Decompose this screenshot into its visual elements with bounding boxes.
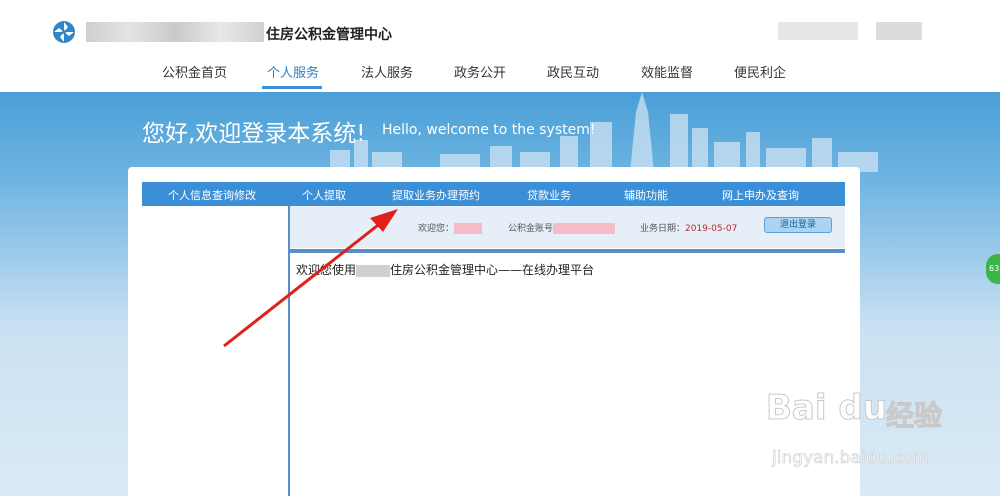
platform-welcome-suffix: 住房公积金管理中心——在线办理平台	[390, 263, 595, 277]
site-title: 住房公积金管理中心	[266, 27, 392, 43]
business-date-label: 业务日期：	[640, 224, 686, 234]
active-nav-indicator	[262, 86, 322, 89]
nav-home[interactable]: 公积金首页	[162, 62, 227, 81]
masked-username	[454, 223, 483, 234]
pinwheel-logo-icon	[53, 21, 75, 43]
platform-welcome-text: 欢迎您使用 住房公积金管理中心——在线办理平台	[296, 261, 594, 278]
menu-online-application[interactable]: 网上申办及查询	[722, 187, 799, 203]
user-info-bar: 欢迎您： 公积金账号 业务日期：2019-05-07 退出登录	[290, 206, 845, 248]
nav-government-affairs[interactable]: 政务公开	[454, 62, 506, 81]
side-float-badge[interactable]: 63	[986, 254, 1000, 284]
nav-interaction[interactable]: 政民互动	[547, 62, 599, 81]
blurred-header-link[interactable]	[876, 22, 922, 40]
watermark-brand: Bai du	[766, 388, 888, 429]
watermark-cn: 经验	[885, 399, 943, 433]
menu-auxiliary[interactable]: 辅助功能	[624, 187, 668, 203]
welcome-user: 欢迎您：	[418, 221, 483, 234]
hero-banner: 您好,欢迎登录本系统! Hello, welcome to the system…	[0, 92, 1000, 496]
platform-welcome-prefix: 欢迎您使用	[296, 263, 357, 277]
logout-button[interactable]: 退出登录	[764, 217, 832, 233]
baidu-jingyan-watermark: Bai du 经验 jingyan.baidu.com	[766, 384, 998, 484]
nav-personal-service[interactable]: 个人服务	[267, 62, 319, 81]
menu-personal-withdrawal[interactable]: 个人提取	[302, 187, 346, 203]
blurred-header-link[interactable]	[778, 22, 858, 40]
watermark-url: jingyan.baidu.com	[772, 448, 929, 469]
nav-corporate-service[interactable]: 法人服务	[361, 62, 413, 81]
site-header: 住房公积金管理中心 公积金首页 个人服务 法人服务 政务公开 政民互动 效能监督…	[0, 0, 1000, 92]
service-panel: 个人信息查询修改 个人提取 提取业务办理预约 贷款业务 辅助功能 网上申办及查询…	[128, 167, 860, 496]
masked-account	[553, 223, 616, 234]
account-number-label: 公积金账号	[508, 224, 554, 234]
account-number: 公积金账号	[508, 221, 616, 234]
menu-withdrawal-appointment[interactable]: 提取业务办理预约	[392, 187, 480, 203]
menu-loan-business[interactable]: 贷款业务	[527, 187, 571, 203]
welcome-heading-en: Hello, welcome to the system!	[382, 122, 596, 138]
left-sidebar	[142, 206, 290, 496]
business-date: 业务日期：2019-05-07	[640, 221, 737, 234]
welcome-user-label: 欢迎您：	[418, 224, 455, 234]
content-divider	[290, 249, 845, 253]
menu-personal-info[interactable]: 个人信息查询修改	[168, 187, 256, 203]
nav-convenience[interactable]: 便民利企	[734, 62, 786, 81]
masked-city	[356, 264, 391, 277]
service-menu-bar: 个人信息查询修改 个人提取 提取业务办理预约 贷款业务 辅助功能 网上申办及查询	[142, 182, 845, 206]
blurred-city-name	[86, 22, 264, 42]
business-date-value: 2019-05-07	[685, 224, 738, 234]
nav-supervision[interactable]: 效能监督	[641, 62, 693, 81]
welcome-heading-cn: 您好,欢迎登录本系统!	[142, 121, 366, 147]
